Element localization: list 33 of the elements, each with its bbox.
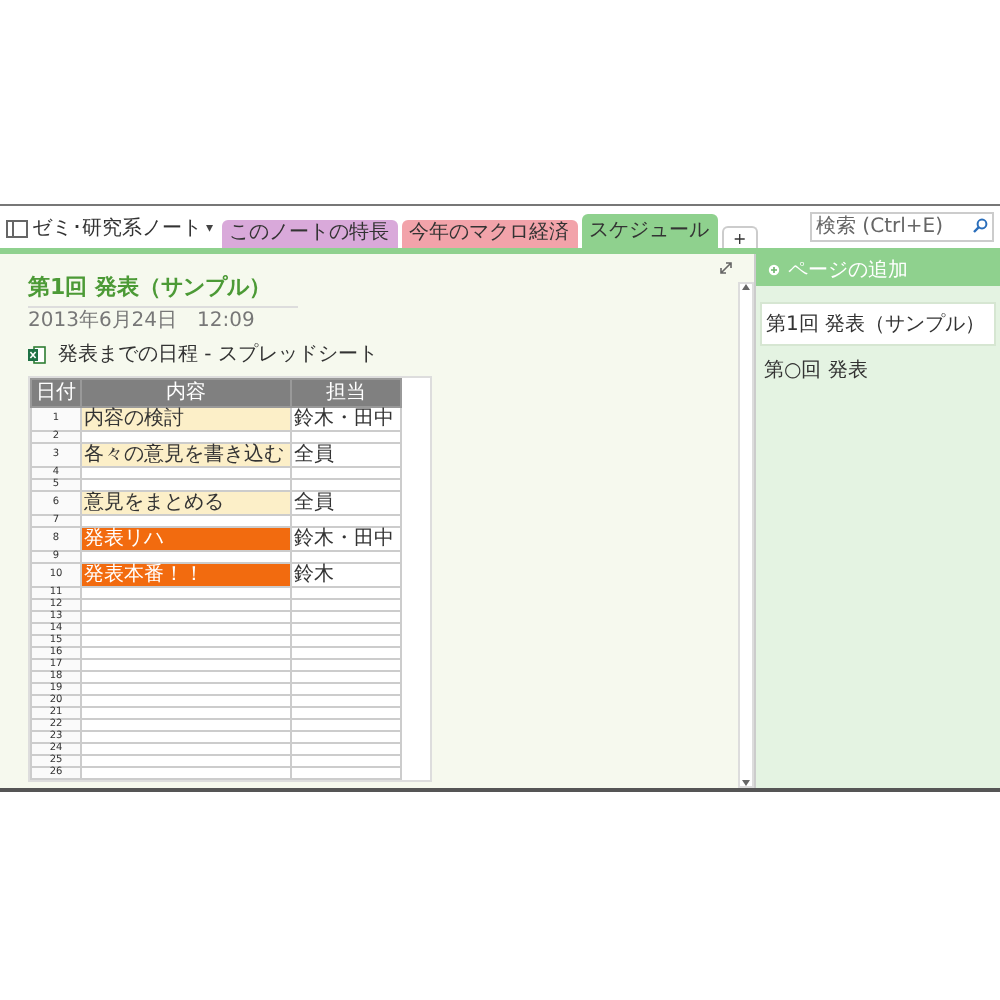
notebook-title[interactable]: ゼミ･研究系ノート bbox=[32, 214, 202, 242]
section-tab[interactable]: このノートの特長 bbox=[221, 220, 398, 248]
table-cell: 鈴木・田中 bbox=[291, 407, 401, 431]
table-cell: 鈴木 bbox=[291, 563, 401, 587]
attachment-title: 発表までの日程 - スプレッドシート bbox=[58, 341, 378, 368]
scroll-down-icon[interactable] bbox=[742, 780, 750, 786]
table-cell: 全員 bbox=[291, 443, 401, 467]
scrollbar[interactable] bbox=[738, 282, 754, 788]
table-cell: 意見をまとめる bbox=[81, 491, 291, 515]
page-title: 第1回 発表（サンプル） bbox=[28, 272, 299, 308]
page-date: 2013年6月24日 bbox=[28, 310, 178, 334]
expand-icon[interactable] bbox=[720, 262, 732, 274]
column-header: 担当 bbox=[291, 379, 401, 407]
scroll-up-icon[interactable] bbox=[742, 284, 750, 290]
new-section-tab[interactable]: + bbox=[721, 226, 759, 248]
table-cell: 内容の検討 bbox=[81, 407, 291, 431]
spreadsheet-icon bbox=[28, 345, 46, 363]
section-tab[interactable]: スケジュール bbox=[581, 214, 718, 248]
column-header: 内容 bbox=[81, 379, 291, 407]
add-icon bbox=[768, 264, 780, 276]
column-header: 日付 bbox=[31, 379, 81, 407]
page-list-item[interactable]: 第1回 発表（サンプル） bbox=[760, 302, 996, 346]
section-tab[interactable]: 今年のマクロ経済 bbox=[401, 220, 578, 248]
table-cell: 発表リハ bbox=[81, 527, 291, 551]
table-cell: 全員 bbox=[291, 491, 401, 515]
table-cell: 発表本番！！ bbox=[81, 563, 291, 587]
search-field[interactable]: 検索 (Ctrl+E) bbox=[810, 212, 994, 242]
table-cell: 各々の意見を書き込む bbox=[81, 443, 291, 467]
page-list-item[interactable]: 第○回 発表 bbox=[760, 350, 996, 390]
table-cell: 鈴木・田中 bbox=[291, 527, 401, 551]
search-icon[interactable] bbox=[972, 218, 990, 234]
page-time: 12:09 bbox=[197, 310, 255, 334]
notebook-icon[interactable] bbox=[6, 219, 28, 237]
